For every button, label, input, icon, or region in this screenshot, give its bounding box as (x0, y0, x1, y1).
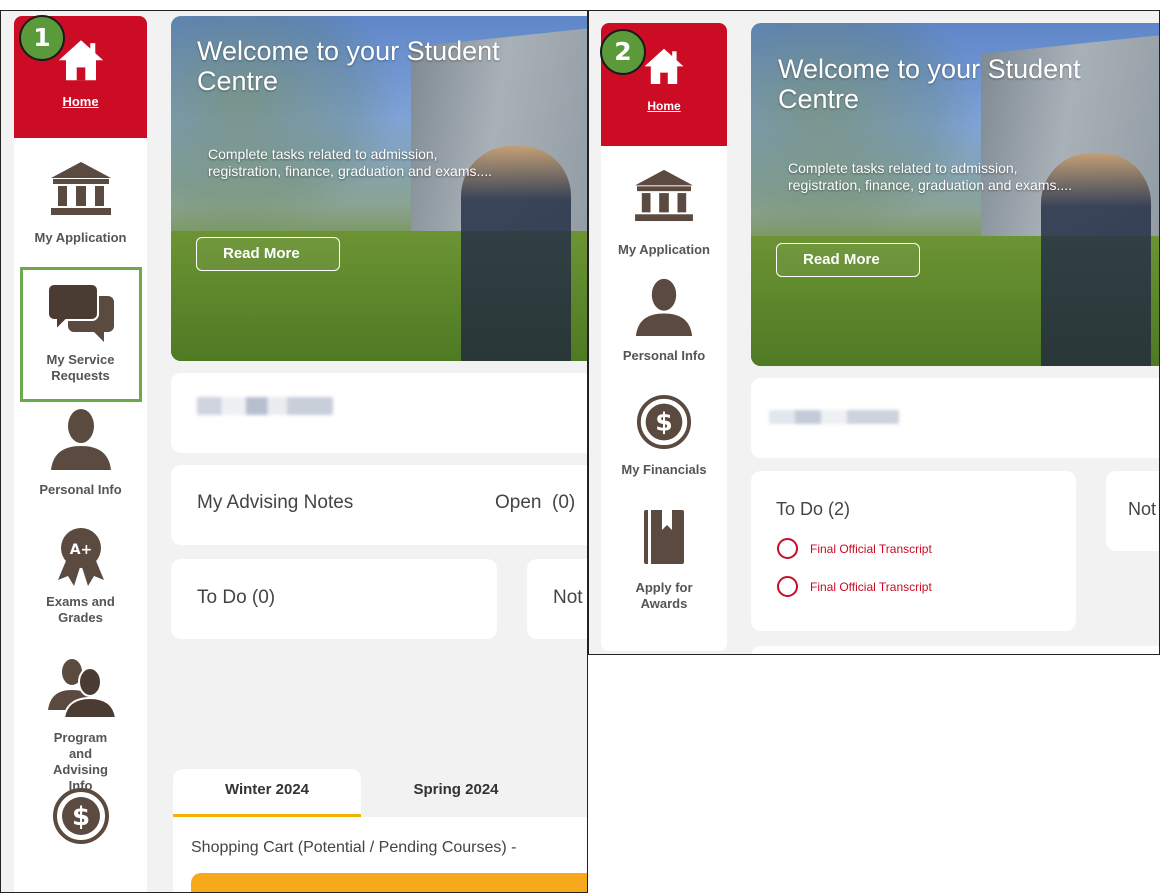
nav-label-apply-for-awards: Apply for Awards (635, 580, 693, 611)
bank-building-icon (50, 162, 111, 215)
profile-card (751, 378, 1159, 458)
read-more-button[interactable]: Read More (776, 243, 920, 277)
sidebar-nav: Home My Application Personal Info $ My F… (601, 23, 727, 651)
bank-building-icon (635, 169, 693, 222)
dollar-coin-icon: $ (636, 394, 692, 450)
redacted-name (769, 410, 899, 424)
svg-text:$: $ (655, 408, 672, 437)
banner-description: Complete tasks related to admission, reg… (788, 160, 1073, 193)
advising-notes-status: Open (0) (495, 492, 576, 513)
nav-label-home: Home (647, 99, 681, 113)
nav-label-exams-and-grades: Exams and Grades (46, 594, 115, 625)
todo-item[interactable]: Final Official Transcript (777, 538, 932, 559)
nav-label-my-application: My Application (34, 230, 127, 245)
todo-card[interactable]: To Do (2) Final Official Transcript Fina… (751, 471, 1076, 631)
notifications-title-partial: Not (553, 587, 583, 608)
shopping-cart-bar[interactable] (191, 873, 587, 892)
sidebar-nav: Home My Application My Service Requests (14, 16, 147, 892)
nav-label-my-application: My Application (618, 242, 710, 257)
advising-notes-title: My Advising Notes (197, 492, 354, 513)
welcome-banner: Welcome to your Student Centre Complete … (171, 16, 587, 361)
todo-card[interactable]: To Do (0) (171, 559, 497, 639)
nav-item-my-application[interactable]: My Application (14, 138, 147, 258)
read-more-button[interactable]: Read More (196, 237, 340, 271)
term-tabs: Winter 2024 Spring 2024 (173, 769, 587, 817)
todo-item-label: Final Official Transcript (810, 541, 932, 556)
banner-title: Welcome to your Student Centre (778, 54, 1081, 114)
shopping-cart-heading: Shopping Cart (Potential / Pending Cours… (191, 839, 517, 856)
nav-label-my-financials: My Financials (621, 462, 707, 477)
svg-text:$: $ (71, 802, 89, 832)
nav-item-apply-for-awards[interactable]: Apply for Awards (601, 506, 727, 626)
dollar-coin-icon: $ (52, 788, 109, 844)
advising-notes-card[interactable]: My Advising Notes Open (0) (171, 465, 587, 545)
screenshot-panel-1: 1 Home My Application My Service Request… (0, 10, 588, 893)
nav-item-my-application[interactable]: My Application (601, 146, 727, 270)
notifications-card[interactable]: Not (1106, 471, 1159, 551)
screenshot-panel-2: 2 Home My Application Personal Info $ My… (588, 10, 1160, 655)
cropped-top-caption (0, 0, 1160, 10)
service-requests-highlight (20, 267, 142, 402)
todo-title: To Do (0) (197, 587, 276, 608)
nav-item-my-financials[interactable]: $ My Financials (601, 388, 727, 506)
notifications-title-partial: Not (1128, 499, 1157, 519)
nav-label-home: Home (62, 94, 99, 109)
book-icon (644, 510, 684, 564)
people-group-icon (47, 659, 116, 718)
nav-item-personal-info[interactable]: Personal Info (14, 398, 147, 518)
tab-spring-2024[interactable]: Spring 2024 (361, 769, 551, 817)
todo-item[interactable]: Final Official Transcript (777, 576, 932, 597)
svg-text:A+: A+ (69, 542, 92, 558)
nav-item-program-and-advising-info[interactable]: Program and Advising Info (14, 648, 147, 793)
todo-status-circle-icon (777, 538, 798, 559)
award-ribbon-icon: A+ (57, 528, 104, 586)
term-content: Shopping Cart (Potential / Pending Cours… (173, 817, 587, 892)
step-badge-2: 2 (600, 29, 646, 75)
redacted-name (197, 397, 333, 415)
nav-item-personal-info[interactable]: Personal Info (601, 270, 727, 388)
person-icon (635, 278, 693, 336)
person-icon (50, 409, 111, 470)
nav-item-exams-and-grades[interactable]: A+ Exams and Grades (14, 518, 147, 648)
banner-description: Complete tasks related to admission, reg… (208, 146, 493, 179)
banner-title: Welcome to your Student Centre (197, 36, 500, 96)
nav-item-my-financials[interactable]: $ (14, 783, 147, 863)
notifications-card[interactable]: Not (527, 559, 587, 639)
nav-label-personal-info: Personal Info (622, 348, 706, 363)
todo-title: To Do (2) (776, 499, 851, 519)
nav-label-personal-info: Personal Info (39, 482, 122, 497)
todo-status-circle-icon (777, 576, 798, 597)
todo-item-label: Final Official Transcript (810, 579, 932, 594)
next-card-edge (751, 646, 1159, 654)
welcome-banner: Welcome to your Student Centre Complete … (751, 23, 1159, 366)
tab-winter-2024[interactable]: Winter 2024 (173, 769, 361, 817)
profile-card (171, 373, 587, 453)
step-badge-1: 1 (19, 15, 65, 61)
